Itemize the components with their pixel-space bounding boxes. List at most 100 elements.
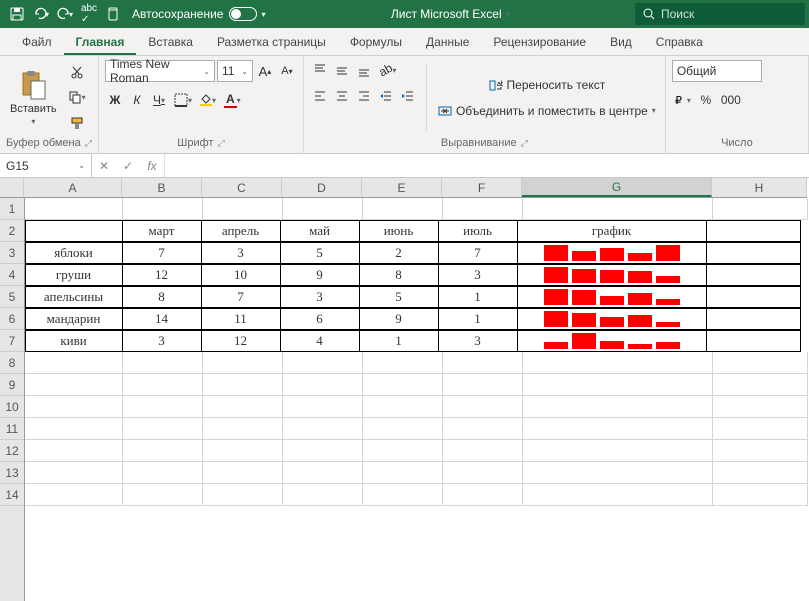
cell-G14[interactable] <box>523 484 713 506</box>
cell-A5[interactable]: апельсины <box>25 286 123 308</box>
font-color-icon[interactable]: А▾ <box>221 90 244 110</box>
align-left-icon[interactable] <box>310 86 330 106</box>
cell-F8[interactable] <box>443 352 523 374</box>
align-dialog-icon[interactable]: ⤢ <box>521 138 528 149</box>
cell-C3[interactable]: 3 <box>201 242 281 264</box>
cell-B4[interactable]: 12 <box>122 264 202 286</box>
row-header-7[interactable]: 7 <box>0 330 24 352</box>
column-header-E[interactable]: E <box>362 178 442 197</box>
currency-icon[interactable]: ₽▾ <box>672 90 694 110</box>
row-header-13[interactable]: 13 <box>0 462 24 484</box>
row-header-4[interactable]: 4 <box>0 264 24 286</box>
cell-G13[interactable] <box>523 462 713 484</box>
cell-F3[interactable]: 7 <box>438 242 518 264</box>
undo-icon[interactable]: ▾ <box>30 3 52 25</box>
cell-B2[interactable]: март <box>122 220 202 242</box>
italic-button[interactable]: К <box>127 90 147 110</box>
column-header-A[interactable]: A <box>24 178 122 197</box>
tab-review[interactable]: Рецензирование <box>481 29 598 55</box>
cell-G4[interactable] <box>517 264 707 286</box>
cell-C9[interactable] <box>203 374 283 396</box>
cell-A4[interactable]: груши <box>25 264 123 286</box>
cell-G1[interactable] <box>523 198 713 220</box>
cell-G10[interactable] <box>523 396 713 418</box>
row-header-8[interactable]: 8 <box>0 352 24 374</box>
row-header-3[interactable]: 3 <box>0 242 24 264</box>
font-family-select[interactable]: Times New Roman⌄ <box>105 60 215 82</box>
cell-E11[interactable] <box>363 418 443 440</box>
tab-data[interactable]: Данные <box>414 29 481 55</box>
wrap-text-button[interactable]: abПереносить текст <box>435 75 659 95</box>
cell-G5[interactable] <box>517 286 707 308</box>
row-header-9[interactable]: 9 <box>0 374 24 396</box>
tab-insert[interactable]: Вставка <box>136 29 205 55</box>
cell-E7[interactable]: 1 <box>359 330 439 352</box>
column-header-D[interactable]: D <box>282 178 362 197</box>
cell-C14[interactable] <box>203 484 283 506</box>
paste-button[interactable]: Вставить ▾ <box>6 60 61 135</box>
cell-H13[interactable] <box>713 462 808 484</box>
cell-E13[interactable] <box>363 462 443 484</box>
cell-A12[interactable] <box>25 440 123 462</box>
cell-F7[interactable]: 3 <box>438 330 518 352</box>
fill-color-icon[interactable]: ▾ <box>197 90 219 110</box>
tab-home[interactable]: Главная <box>64 29 137 55</box>
cell-B14[interactable] <box>123 484 203 506</box>
row-header-6[interactable]: 6 <box>0 308 24 330</box>
cell-D4[interactable]: 9 <box>280 264 360 286</box>
cell-G3[interactable] <box>517 242 707 264</box>
cell-B5[interactable]: 8 <box>122 286 202 308</box>
formula-input[interactable] <box>165 154 809 177</box>
cell-A7[interactable]: киви <box>25 330 123 352</box>
select-all-corner[interactable] <box>0 178 24 198</box>
column-header-G[interactable]: G <box>522 178 712 197</box>
cell-D12[interactable] <box>283 440 363 462</box>
cell-H8[interactable] <box>713 352 808 374</box>
cell-G2[interactable]: график <box>517 220 707 242</box>
cell-C1[interactable] <box>203 198 283 220</box>
cell-D11[interactable] <box>283 418 363 440</box>
cell-D13[interactable] <box>283 462 363 484</box>
cell-E1[interactable] <box>363 198 443 220</box>
comma-style-icon[interactable]: 000 <box>718 90 744 110</box>
cell-C13[interactable] <box>203 462 283 484</box>
cell-C7[interactable]: 12 <box>201 330 281 352</box>
cancel-formula-icon[interactable]: ✕ <box>92 159 116 173</box>
cell-A2[interactable] <box>25 220 123 242</box>
cell-C12[interactable] <box>203 440 283 462</box>
cell-F9[interactable] <box>443 374 523 396</box>
cell-C10[interactable] <box>203 396 283 418</box>
cell-G8[interactable] <box>523 352 713 374</box>
cell-F14[interactable] <box>443 484 523 506</box>
cell-D7[interactable]: 4 <box>280 330 360 352</box>
cut-icon[interactable] <box>65 62 89 82</box>
copy-icon[interactable]: ▾ <box>65 87 89 107</box>
cell-C11[interactable] <box>203 418 283 440</box>
format-painter-icon[interactable] <box>65 113 89 133</box>
align-bottom-icon[interactable] <box>354 60 374 80</box>
cell-H5[interactable] <box>706 286 801 308</box>
cell-C6[interactable]: 11 <box>201 308 281 330</box>
percent-icon[interactable]: % <box>696 90 716 110</box>
cell-D8[interactable] <box>283 352 363 374</box>
spellcheck-icon[interactable]: abc✓ <box>78 3 100 25</box>
cell-F12[interactable] <box>443 440 523 462</box>
accept-formula-icon[interactable]: ✓ <box>116 159 140 173</box>
cell-A13[interactable] <box>25 462 123 484</box>
cell-A6[interactable]: мандарин <box>25 308 123 330</box>
borders-icon[interactable]: ▾ <box>171 90 195 110</box>
cell-E8[interactable] <box>363 352 443 374</box>
cell-D5[interactable]: 3 <box>280 286 360 308</box>
cell-D10[interactable] <box>283 396 363 418</box>
cell-B1[interactable] <box>123 198 203 220</box>
cell-D6[interactable]: 6 <box>280 308 360 330</box>
cell-H3[interactable] <box>706 242 801 264</box>
tab-view[interactable]: Вид <box>598 29 644 55</box>
column-header-H[interactable]: H <box>712 178 807 197</box>
font-size-select[interactable]: 11⌄ <box>217 60 253 82</box>
row-header-10[interactable]: 10 <box>0 396 24 418</box>
cell-F10[interactable] <box>443 396 523 418</box>
bold-button[interactable]: Ж <box>105 90 125 110</box>
cell-H9[interactable] <box>713 374 808 396</box>
cell-H14[interactable] <box>713 484 808 506</box>
